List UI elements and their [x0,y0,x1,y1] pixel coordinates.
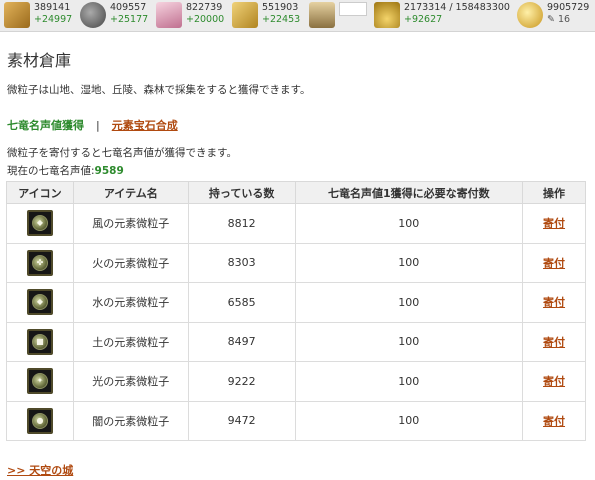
item-name: 風の元素微粒子 [72,203,189,244]
item-action-cell: 寄付 [522,361,586,402]
column-header-name: アイテム名 [72,181,189,204]
donate-button[interactable]: 寄付 [543,217,565,230]
current-reputation-label: 現在の七竜名声値: [7,165,95,177]
stone-icon [80,2,106,28]
item-icon-cell: ✤ [6,242,74,283]
resource-gain-row: ✎ 16 [547,14,589,26]
resource-gold-coin: 9905729 ✎ 16 [517,2,589,30]
resource-castle [309,2,367,30]
item-required: 100 [294,321,524,362]
page-description: 微粒子は山地、湿地、丘陵、森林で採集をすると獲得できます。 [7,84,311,96]
table-row: ✦ 光の元素微粒子 9222 100 寄付 [6,361,586,402]
item-action-cell: 寄付 [522,203,586,244]
item-name: 土の元素微粒子 [72,321,189,362]
item-action-cell: 寄付 [522,282,586,323]
gold-pile-icon [374,2,400,28]
resource-amount: 2173314 / 158483300 [404,2,510,13]
item-name: 水の元素微粒子 [72,282,189,323]
column-header-owned: 持っている数 [187,181,296,204]
table-row: ◆ 水の元素微粒子 6585 100 寄付 [6,282,586,323]
donate-button[interactable]: 寄付 [543,257,565,270]
item-owned: 8497 [187,321,296,362]
water-particle-icon: ◆ [26,289,53,316]
resource-gain: 16 [558,14,571,25]
gold-coin-icon [517,2,543,28]
item-owned: 6585 [187,282,296,323]
resource-stone: 409557 +25177 [80,2,148,30]
item-icon-cell: ✦ [6,361,74,402]
resource-grain: 551903 +22453 [232,2,300,30]
wood-icon [4,2,30,28]
column-header-action: 操作 [522,181,586,204]
column-header-required: 七竜名声値1獲得に必要な寄付数 [294,181,524,204]
item-owned: 9472 [187,400,296,441]
item-required: 100 [294,242,524,283]
item-required: 100 [294,400,524,441]
grain-icon [232,2,258,28]
feather-icon: ✎ [547,14,555,25]
item-owned: 8812 [187,203,296,244]
table-row: ■ 土の元素微粒子 8497 100 寄付 [6,321,586,362]
crystal-icon [156,2,182,28]
item-icon-cell: ■ [6,321,74,362]
resource-amount: 551903 [262,2,299,13]
table-header-row: アイコン アイテム名 持っている数 七竜名声値1獲得に必要な寄付数 操作 [6,181,586,204]
item-name: 火の元素微粒子 [72,242,189,283]
blank-field [339,2,367,16]
resource-gain: +24997 [34,14,73,25]
earth-particle-icon: ■ [26,328,53,355]
table-row: ● 闇の元素微粒子 9472 100 寄付 [6,400,586,441]
resource-gain: +92627 [404,14,443,25]
item-required: 100 [294,282,524,323]
resource-amount: 9905729 [547,2,590,13]
item-action-cell: 寄付 [522,400,586,441]
light-particle-icon: ✦ [26,368,53,395]
current-reputation: 現在の七竜名声値:9589 [7,163,124,178]
castle-icon [309,2,335,28]
donate-button[interactable]: 寄付 [543,336,565,349]
item-icon-cell: ● [6,400,74,441]
current-reputation-value: 9589 [94,165,124,177]
item-required: 100 [294,361,524,402]
donate-button[interactable]: 寄付 [543,415,565,428]
resource-gold-pile: 2173314 / 158483300 +92627 [374,2,510,30]
resource-bar: 389141 +24997 409557 +25177 822739 +2000… [0,0,595,32]
donation-note: 微粒子を寄付すると七竜名声値が獲得できます。 [7,147,237,159]
item-action-cell: 寄付 [522,321,586,362]
item-name: 光の元素微粒子 [72,361,189,402]
item-owned: 9222 [187,361,296,402]
table-row: ◆ 風の元素微粒子 8812 100 寄付 [6,203,586,244]
nav-separator: | [96,118,100,132]
resource-amount: 409557 [110,2,147,13]
items-table: アイコン アイテム名 持っている数 七竜名声値1獲得に必要な寄付数 操作 ◆ 風… [6,181,586,441]
donate-button[interactable]: 寄付 [543,375,565,388]
tab-gem-synthesis[interactable]: 元素宝石合成 [112,117,178,133]
item-action-cell: 寄付 [522,242,586,283]
sky-castle-link[interactable]: >> 天空の城 [7,462,73,478]
resource-crystal: 822739 +20000 [156,2,224,30]
fire-particle-icon: ✤ [26,249,53,276]
table-row: ✤ 火の元素微粒子 8303 100 寄付 [6,242,586,283]
resource-gain: +22453 [262,14,301,25]
item-icon-cell: ◆ [6,203,74,244]
resource-amount: 822739 [186,2,223,13]
resource-wood: 389141 +24997 [4,2,72,30]
sub-navigation: 七竜名声値獲得 | 元素宝石合成 [7,117,178,133]
page-title: 素材倉庫 [7,51,72,70]
resource-amount: 389141 [34,2,71,13]
item-required: 100 [294,203,524,244]
dark-particle-icon: ● [26,407,53,434]
resource-gain: +20000 [186,14,225,25]
item-name: 闇の元素微粒子 [72,400,189,441]
column-header-icon: アイコン [6,181,74,204]
item-owned: 8303 [187,242,296,283]
donate-button[interactable]: 寄付 [543,296,565,309]
wind-particle-icon: ◆ [26,210,53,237]
item-icon-cell: ◆ [6,282,74,323]
resource-gain: +25177 [110,14,149,25]
tab-reputation-gain[interactable]: 七竜名声値獲得 [7,117,84,133]
